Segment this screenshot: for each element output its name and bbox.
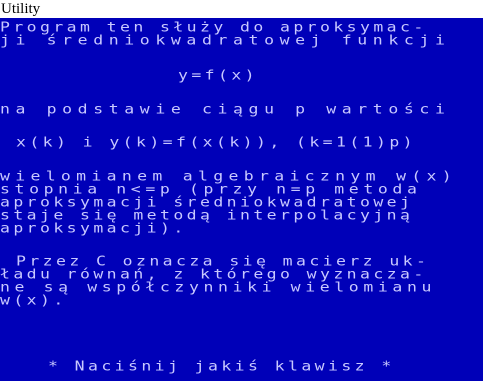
press-any-key-prompt[interactable]: * Naciśnij jakiś klawisz * — [48, 359, 483, 373]
text-line-4: x(k) i y(k)=f(x(k)), (k=1(1)p) — [16, 134, 417, 150]
formula-line: y=f(x) — [178, 67, 259, 83]
text-line-13: w(x). — [0, 292, 67, 308]
text-line-12: ne są współczynniki wielomianu — [0, 279, 437, 295]
text-line-9: aproksymacji). — [0, 220, 187, 236]
text-line-3: na podstawie ciągu p wartości — [0, 101, 451, 117]
terminal-screen[interactable]: Program ten służy do aproksymac- ji śred… — [0, 18, 483, 381]
window-title: Utility — [1, 1, 41, 17]
text-line-2: ji średniokwadratowej funkcji — [0, 32, 451, 48]
